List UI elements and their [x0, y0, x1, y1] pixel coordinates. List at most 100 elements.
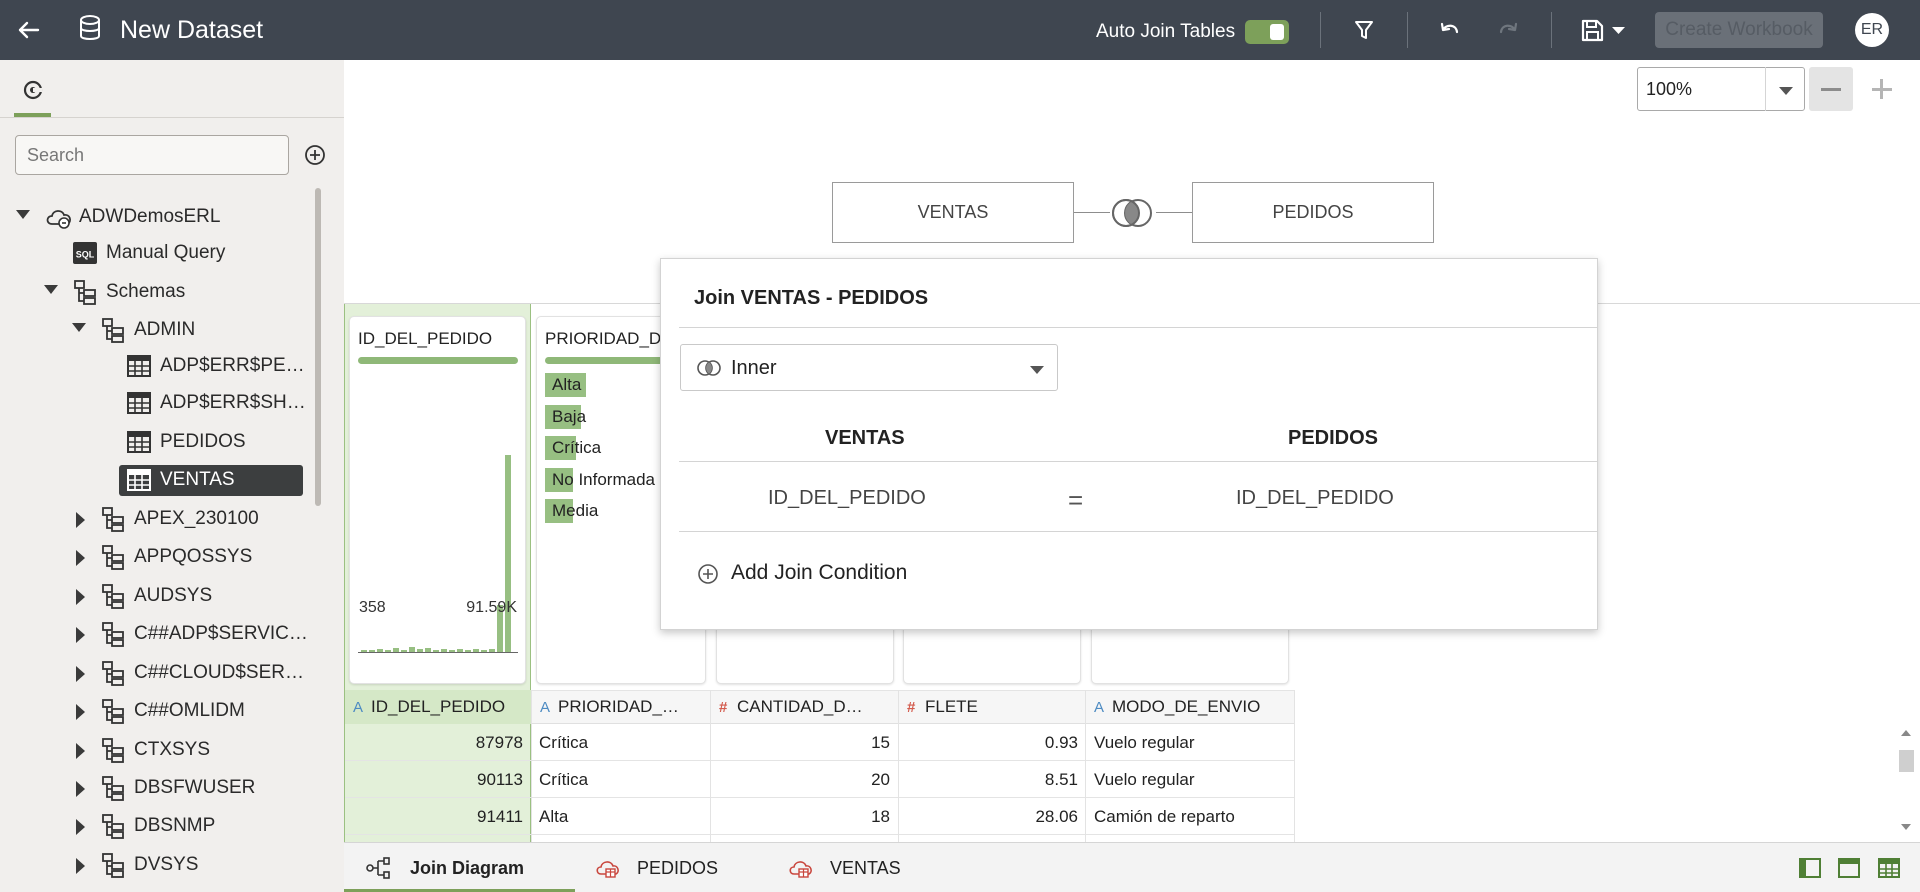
- table-row[interactable]: 91411 Alta 18 28.06 Camión de reparto: [345, 798, 1294, 835]
- join-type-value: Inner: [731, 357, 777, 379]
- table-row[interactable]: 87978 Crítica 15 0.93 Vuelo regular: [345, 724, 1294, 761]
- histogram-min: 358: [359, 599, 386, 616]
- filter-icon[interactable]: [1349, 16, 1379, 44]
- tree-item-schema[interactable]: APEX_230100: [76, 504, 316, 534]
- table-icon: [127, 431, 151, 453]
- right-join-column[interactable]: ID_DEL_PEDIDO: [1236, 487, 1394, 510]
- tree-item-schema[interactable]: DVSYS: [76, 850, 316, 880]
- create-workbook-button[interactable]: Create Workbook: [1655, 12, 1823, 48]
- join-operator[interactable]: =: [1068, 485, 1083, 516]
- join-type-select[interactable]: Inner: [680, 344, 1058, 391]
- zoom-out-button[interactable]: [1809, 67, 1853, 111]
- layout-left-panel-icon[interactable]: [1798, 856, 1822, 880]
- expand-icon[interactable]: [76, 781, 85, 797]
- expand-icon[interactable]: [76, 858, 85, 874]
- tree-item-connection[interactable]: ADWDemosERL: [16, 202, 316, 232]
- tab-label: PEDIDOS: [637, 858, 719, 878]
- tree-item-schema[interactable]: DBSNMP: [76, 811, 316, 841]
- tree-item-schema-admin[interactable]: ADMIN: [72, 315, 312, 345]
- svg-text:SQL: SQL: [76, 250, 95, 260]
- column-name: FLETE: [925, 697, 978, 716]
- layout-grid-icon[interactable]: [1877, 856, 1901, 880]
- tree-scrollbar[interactable]: [315, 188, 321, 506]
- left-join-column[interactable]: ID_DEL_PEDIDO: [768, 487, 926, 510]
- tree-item-label: AUDSYS: [134, 585, 213, 606]
- tree-item-label: APEX_230100: [134, 508, 259, 529]
- tree-item-schema[interactable]: DBSFWUSER: [76, 773, 316, 803]
- tree-item-table[interactable]: ADP$ERR$SH…: [126, 388, 311, 418]
- scroll-up-icon[interactable]: [1901, 730, 1911, 736]
- collapse-icon[interactable]: [44, 285, 58, 294]
- undo-icon[interactable]: [1434, 16, 1464, 44]
- data-source-tab-icon[interactable]: [20, 77, 46, 103]
- column-header[interactable]: # FLETE: [899, 690, 1085, 724]
- inner-join-icon: [697, 360, 721, 376]
- layout-top-panel-icon[interactable]: [1837, 856, 1861, 880]
- expand-icon[interactable]: [76, 627, 85, 643]
- redo-icon[interactable]: [1494, 16, 1524, 44]
- table-cell: 8.51: [1044, 770, 1078, 789]
- table-cell: 0.93: [1044, 733, 1078, 752]
- expand-icon[interactable]: [76, 550, 85, 566]
- tree-item-schema[interactable]: CTXSYS: [76, 735, 316, 765]
- tab-ventas[interactable]: VENTAS: [788, 843, 928, 892]
- expand-icon[interactable]: [76, 666, 85, 682]
- column-header[interactable]: # CANTIDAD_D…: [711, 690, 898, 724]
- table-row[interactable]: 90113 Crítica 20 8.51 Vuelo regular: [345, 761, 1294, 798]
- search-input[interactable]: [15, 135, 289, 175]
- tree-item-schema[interactable]: C##CLOUD$SER…: [76, 658, 316, 688]
- tab-join-diagram[interactable]: Join Diagram: [344, 843, 575, 892]
- table-cell: 15: [871, 733, 890, 752]
- diagram-table-pedidos[interactable]: PEDIDOS: [1192, 182, 1434, 243]
- page-title: New Dataset: [120, 16, 264, 44]
- inner-join-icon[interactable]: [1108, 196, 1156, 230]
- tree-item-schemas[interactable]: Schemas: [44, 277, 314, 307]
- user-avatar[interactable]: ER: [1855, 13, 1889, 47]
- tree-item-schema[interactable]: C##ADP$SERVIC…: [76, 619, 316, 649]
- tree-item-schema[interactable]: C##OMLIDM: [76, 696, 316, 726]
- category-bar: Crítica: [545, 436, 601, 460]
- scroll-down-icon[interactable]: [1901, 824, 1911, 830]
- zoom-in-button[interactable]: [1860, 67, 1904, 111]
- column-header[interactable]: A MODO_DE_ENVIO: [1086, 690, 1294, 724]
- expand-icon[interactable]: [76, 704, 85, 720]
- chevron-down-icon[interactable]: [1765, 67, 1805, 111]
- column-name: PRIORIDAD_…: [558, 697, 679, 716]
- diagram-table-ventas[interactable]: VENTAS: [832, 182, 1074, 243]
- tab-pedidos[interactable]: PEDIDOS: [595, 843, 745, 892]
- column-name: CANTIDAD_D…: [737, 697, 863, 716]
- tree-item-table-pedidos[interactable]: PEDIDOS: [126, 427, 311, 457]
- collapse-icon[interactable]: [16, 210, 30, 219]
- tree-item-table-ventas[interactable]: VENTAS: [126, 465, 303, 495]
- divider: [679, 327, 1597, 328]
- tree-item-label: ADP$ERR$PE…: [160, 355, 305, 376]
- table-cell: 28.06: [1035, 807, 1078, 826]
- expand-icon[interactable]: [76, 743, 85, 759]
- table-cell: 91411: [476, 807, 523, 826]
- cloud-connection-icon: [46, 210, 71, 229]
- join-connector: [1156, 212, 1192, 213]
- tree-item-table[interactable]: ADP$ERR$PE…: [126, 351, 311, 381]
- tree-item-manual-query[interactable]: SQL Manual Query: [72, 238, 312, 268]
- add-circle-icon[interactable]: [304, 144, 326, 166]
- auto-join-toggle[interactable]: [1245, 20, 1289, 44]
- column-divider: [1085, 690, 1086, 842]
- column-header[interactable]: A PRIORIDAD_…: [532, 690, 709, 724]
- scroll-thumb[interactable]: [1899, 750, 1914, 772]
- column-header[interactable]: A ID_DEL_PEDIDO: [345, 690, 531, 724]
- tree-item-schema[interactable]: APPQOSSYS: [76, 542, 316, 572]
- collapse-icon[interactable]: [72, 323, 86, 332]
- column-profile-card[interactable]: ID_DEL_PEDIDO 358 91.59K: [349, 316, 526, 684]
- tree-item-label: C##ADP$SERVIC…: [134, 623, 308, 644]
- expand-icon[interactable]: [76, 512, 85, 528]
- save-icon[interactable]: [1578, 16, 1630, 44]
- back-arrow-icon[interactable]: [12, 14, 44, 46]
- expand-icon[interactable]: [76, 589, 85, 605]
- tree-item-schema[interactable]: AUDSYS: [76, 581, 316, 611]
- expand-icon[interactable]: [76, 819, 85, 835]
- add-circle-icon[interactable]: [697, 563, 719, 585]
- auto-join-label: Auto Join Tables: [1096, 21, 1236, 42]
- table-cell: Camión de reparto: [1094, 807, 1235, 826]
- add-join-condition-button[interactable]: Add Join Condition: [731, 561, 907, 585]
- grid-scrollbar[interactable]: [1894, 724, 1918, 842]
